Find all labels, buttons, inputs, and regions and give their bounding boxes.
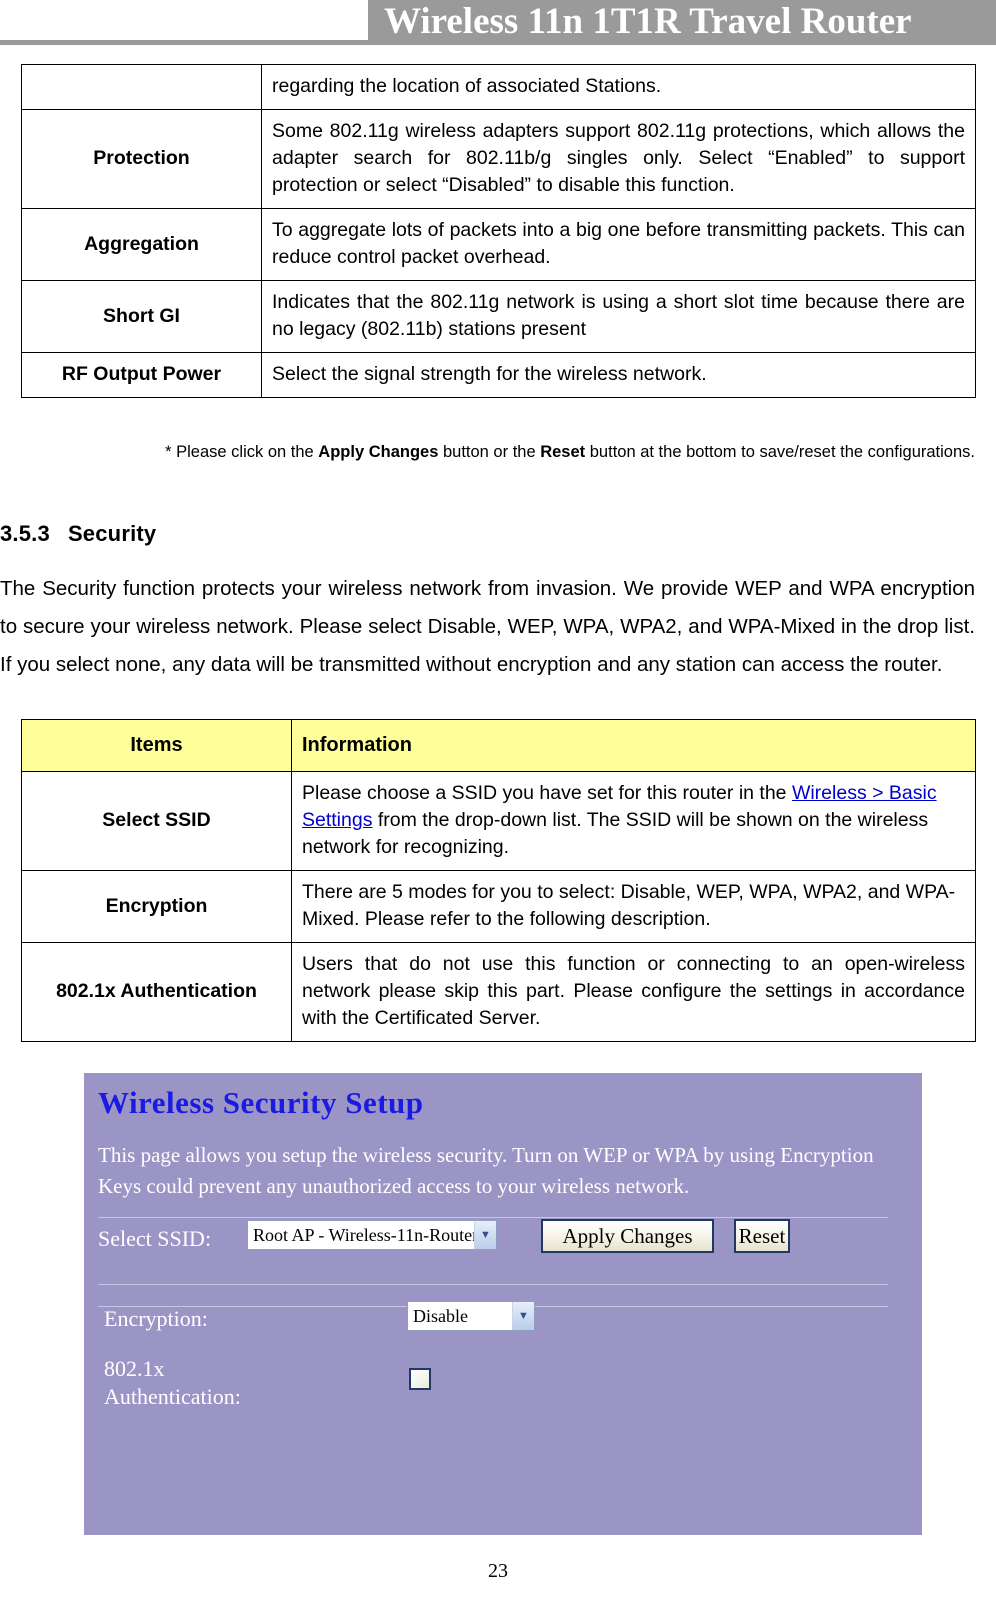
info-text-post: from the drop-down list. The SSID will b… xyxy=(302,809,929,858)
table-row: Aggregation To aggregate lots of packets… xyxy=(21,208,976,281)
page-header: Wireless 11n 1T1R Travel Router xyxy=(0,0,996,50)
table-cell-info: Users that do not use this function or c… xyxy=(291,942,976,1042)
table-header-row: Items Information xyxy=(21,719,976,772)
table-cell-item: Short GI xyxy=(21,280,262,353)
footnote-reset: Reset xyxy=(540,443,586,461)
table-row: regarding the location of associated Sta… xyxy=(21,64,976,110)
footnote-suffix: button at the bottom to save/reset the c… xyxy=(585,443,975,461)
table-cell-item: RF Output Power xyxy=(21,352,262,398)
table-row: RF Output Power Select the signal streng… xyxy=(21,352,976,398)
table-row: Short GI Indicates that the 802.11g netw… xyxy=(21,280,976,353)
encryption-label: Encryption: xyxy=(104,1306,208,1331)
table-cell-item: Encryption xyxy=(21,870,292,943)
section-heading: 3.5.3 Security xyxy=(0,521,156,547)
wireless-security-setup-panel: Wireless Security Setup This page allows… xyxy=(84,1073,922,1535)
config-table: regarding the location of associated Sta… xyxy=(21,64,976,398)
auth-label-line2: Authentication: xyxy=(104,1384,241,1409)
table-row: Select SSID Please choose a SSID you hav… xyxy=(21,771,976,871)
panel-title: Wireless Security Setup xyxy=(98,1085,424,1120)
section-number: 3.5.3 xyxy=(0,521,50,546)
footnote-prefix: * Please click on the xyxy=(165,443,319,461)
document-title: Wireless 11n 1T1R Travel Router xyxy=(384,1,912,42)
table-cell-info: To aggregate lots of packets into a big … xyxy=(261,208,976,281)
header-band: Wireless 11n 1T1R Travel Router xyxy=(368,0,996,45)
select-ssid-dropdown[interactable]: Root AP - Wireless-11n-Router ▼ xyxy=(247,1220,497,1250)
table-cell-item: 802.1x Authentication xyxy=(21,942,292,1042)
column-header-information: Information xyxy=(291,719,976,772)
select-ssid-value: Root AP - Wireless-11n-Router xyxy=(253,1224,474,1245)
table-row: Encryption There are 5 modes for you to … xyxy=(21,870,976,943)
table-cell-item xyxy=(21,64,262,110)
select-ssid-label: Select SSID: xyxy=(98,1226,212,1251)
table-footnote: * Please click on the Apply Changes butt… xyxy=(21,441,975,463)
chevron-down-icon: ▼ xyxy=(512,1302,534,1330)
chevron-down-icon: ▼ xyxy=(474,1221,496,1249)
802-1x-authentication-checkbox[interactable] xyxy=(409,1368,431,1390)
table-cell-info: regarding the location of associated Sta… xyxy=(261,64,976,110)
security-table: Items Information Select SSID Please cho… xyxy=(21,719,976,1042)
info-text-pre: Please choose a SSID you have set for th… xyxy=(302,782,792,804)
table-cell-item: Protection xyxy=(21,109,262,209)
table-cell-info: Select the signal strength for the wirel… xyxy=(261,352,976,398)
table-row: 802.1x Authentication Users that do not … xyxy=(21,942,976,1042)
table-row: Protection Some 802.11g wireless adapter… xyxy=(21,109,976,209)
table-cell-item: Select SSID xyxy=(21,771,292,871)
table-cell-info: Please choose a SSID you have set for th… xyxy=(291,771,976,871)
footnote-middle: button or the xyxy=(438,443,541,461)
panel-divider-middle xyxy=(98,1284,888,1285)
header-rule xyxy=(0,40,388,45)
section-title: Security xyxy=(67,521,157,546)
panel-divider-top xyxy=(98,1217,888,1218)
reset-button[interactable]: Reset xyxy=(734,1219,790,1253)
footnote-apply-changes: Apply Changes xyxy=(318,443,439,461)
auth-label-line1: 802.1x xyxy=(104,1356,165,1381)
section-paragraph: The Security function protects your wire… xyxy=(0,577,975,676)
encryption-dropdown[interactable]: Disable ▼ xyxy=(407,1301,535,1331)
apply-changes-button[interactable]: Apply Changes xyxy=(541,1219,714,1253)
column-header-items: Items xyxy=(21,719,292,772)
table-cell-item: Aggregation xyxy=(21,208,262,281)
panel-description: This page allows you setup the wireless … xyxy=(98,1143,874,1198)
table-cell-info: Indicates that the 802.11g network is us… xyxy=(261,280,976,353)
table-cell-info: There are 5 modes for you to select: Dis… xyxy=(291,870,976,943)
page-number: 23 xyxy=(488,1560,508,1582)
table-cell-info: Some 802.11g wireless adapters support 8… xyxy=(261,109,976,209)
encryption-value: Disable xyxy=(413,1305,468,1326)
